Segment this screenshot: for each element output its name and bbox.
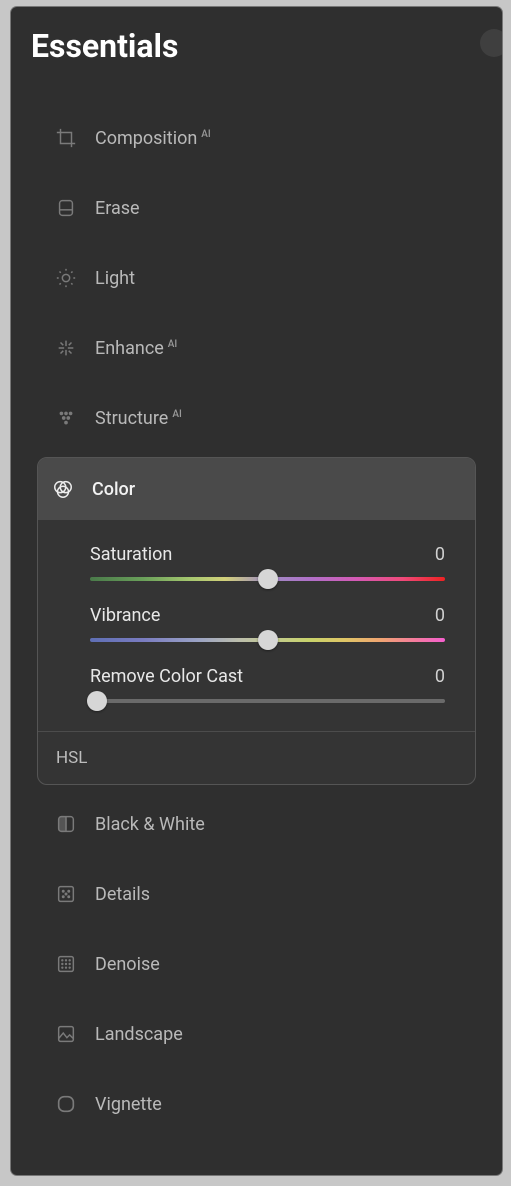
- slider-saturation[interactable]: Saturation 0: [90, 544, 445, 581]
- tool-label: Color: [92, 479, 135, 500]
- slider-value: 0: [435, 666, 445, 687]
- tool-black-white[interactable]: Black & White: [11, 789, 502, 859]
- color-sliders: Saturation 0 Vibrance 0: [38, 520, 475, 731]
- slider-thumb[interactable]: [258, 630, 278, 650]
- tool-vignette[interactable]: Vignette: [11, 1069, 502, 1139]
- slider-thumb[interactable]: [258, 569, 278, 589]
- sparkle-icon: [55, 337, 77, 359]
- close-button[interactable]: [480, 29, 502, 57]
- color-icon: [52, 478, 74, 500]
- tool-list: CompositionAI Erase Light: [11, 79, 502, 1139]
- slider-name: Saturation: [90, 544, 172, 565]
- tool-enhance[interactable]: EnhanceAI: [11, 313, 502, 383]
- denoise-icon: [55, 953, 77, 975]
- tool-label: Details: [95, 884, 150, 905]
- tool-structure[interactable]: StructureAI: [11, 383, 502, 453]
- tool-label: StructureAI: [95, 408, 182, 429]
- slider-name: Vibrance: [90, 605, 160, 626]
- crop-icon: [55, 127, 77, 149]
- sun-icon: [55, 267, 77, 289]
- tool-label: Vignette: [95, 1094, 162, 1115]
- bw-icon: [55, 813, 77, 835]
- essentials-panel: Essentials CompositionAI Erase: [11, 7, 502, 1175]
- erase-icon: [55, 197, 77, 219]
- tool-label: EnhanceAI: [95, 338, 177, 359]
- tool-label: Landscape: [95, 1024, 183, 1045]
- landscape-icon: [55, 1023, 77, 1045]
- tool-denoise[interactable]: Denoise: [11, 929, 502, 999]
- structure-icon: [55, 407, 77, 429]
- slider-value: 0: [435, 544, 445, 565]
- tool-details[interactable]: Details: [11, 859, 502, 929]
- tool-composition[interactable]: CompositionAI: [11, 103, 502, 173]
- slider-remove-color-cast[interactable]: Remove Color Cast 0: [90, 666, 445, 703]
- tool-label: Black & White: [95, 814, 205, 835]
- tool-label: CompositionAI: [95, 128, 211, 149]
- slider-track[interactable]: [90, 638, 445, 642]
- tool-color-card: Color Saturation 0 Vibrance 0: [37, 457, 476, 785]
- slider-name: Remove Color Cast: [90, 666, 243, 687]
- tool-landscape[interactable]: Landscape: [11, 999, 502, 1069]
- color-hsl-row[interactable]: HSL: [38, 731, 475, 784]
- slider-track[interactable]: [90, 577, 445, 581]
- panel-title: Essentials: [11, 21, 502, 79]
- slider-thumb[interactable]: [87, 691, 107, 711]
- slider-value: 0: [435, 605, 445, 626]
- tool-label: Light: [95, 268, 135, 289]
- details-icon: [55, 883, 77, 905]
- slider-track[interactable]: [90, 699, 445, 703]
- tool-label: Denoise: [95, 954, 160, 975]
- tool-color[interactable]: Color: [38, 458, 475, 520]
- tool-erase[interactable]: Erase: [11, 173, 502, 243]
- tool-label: Erase: [95, 198, 140, 219]
- slider-vibrance[interactable]: Vibrance 0: [90, 605, 445, 642]
- tool-light[interactable]: Light: [11, 243, 502, 313]
- vignette-icon: [55, 1093, 77, 1115]
